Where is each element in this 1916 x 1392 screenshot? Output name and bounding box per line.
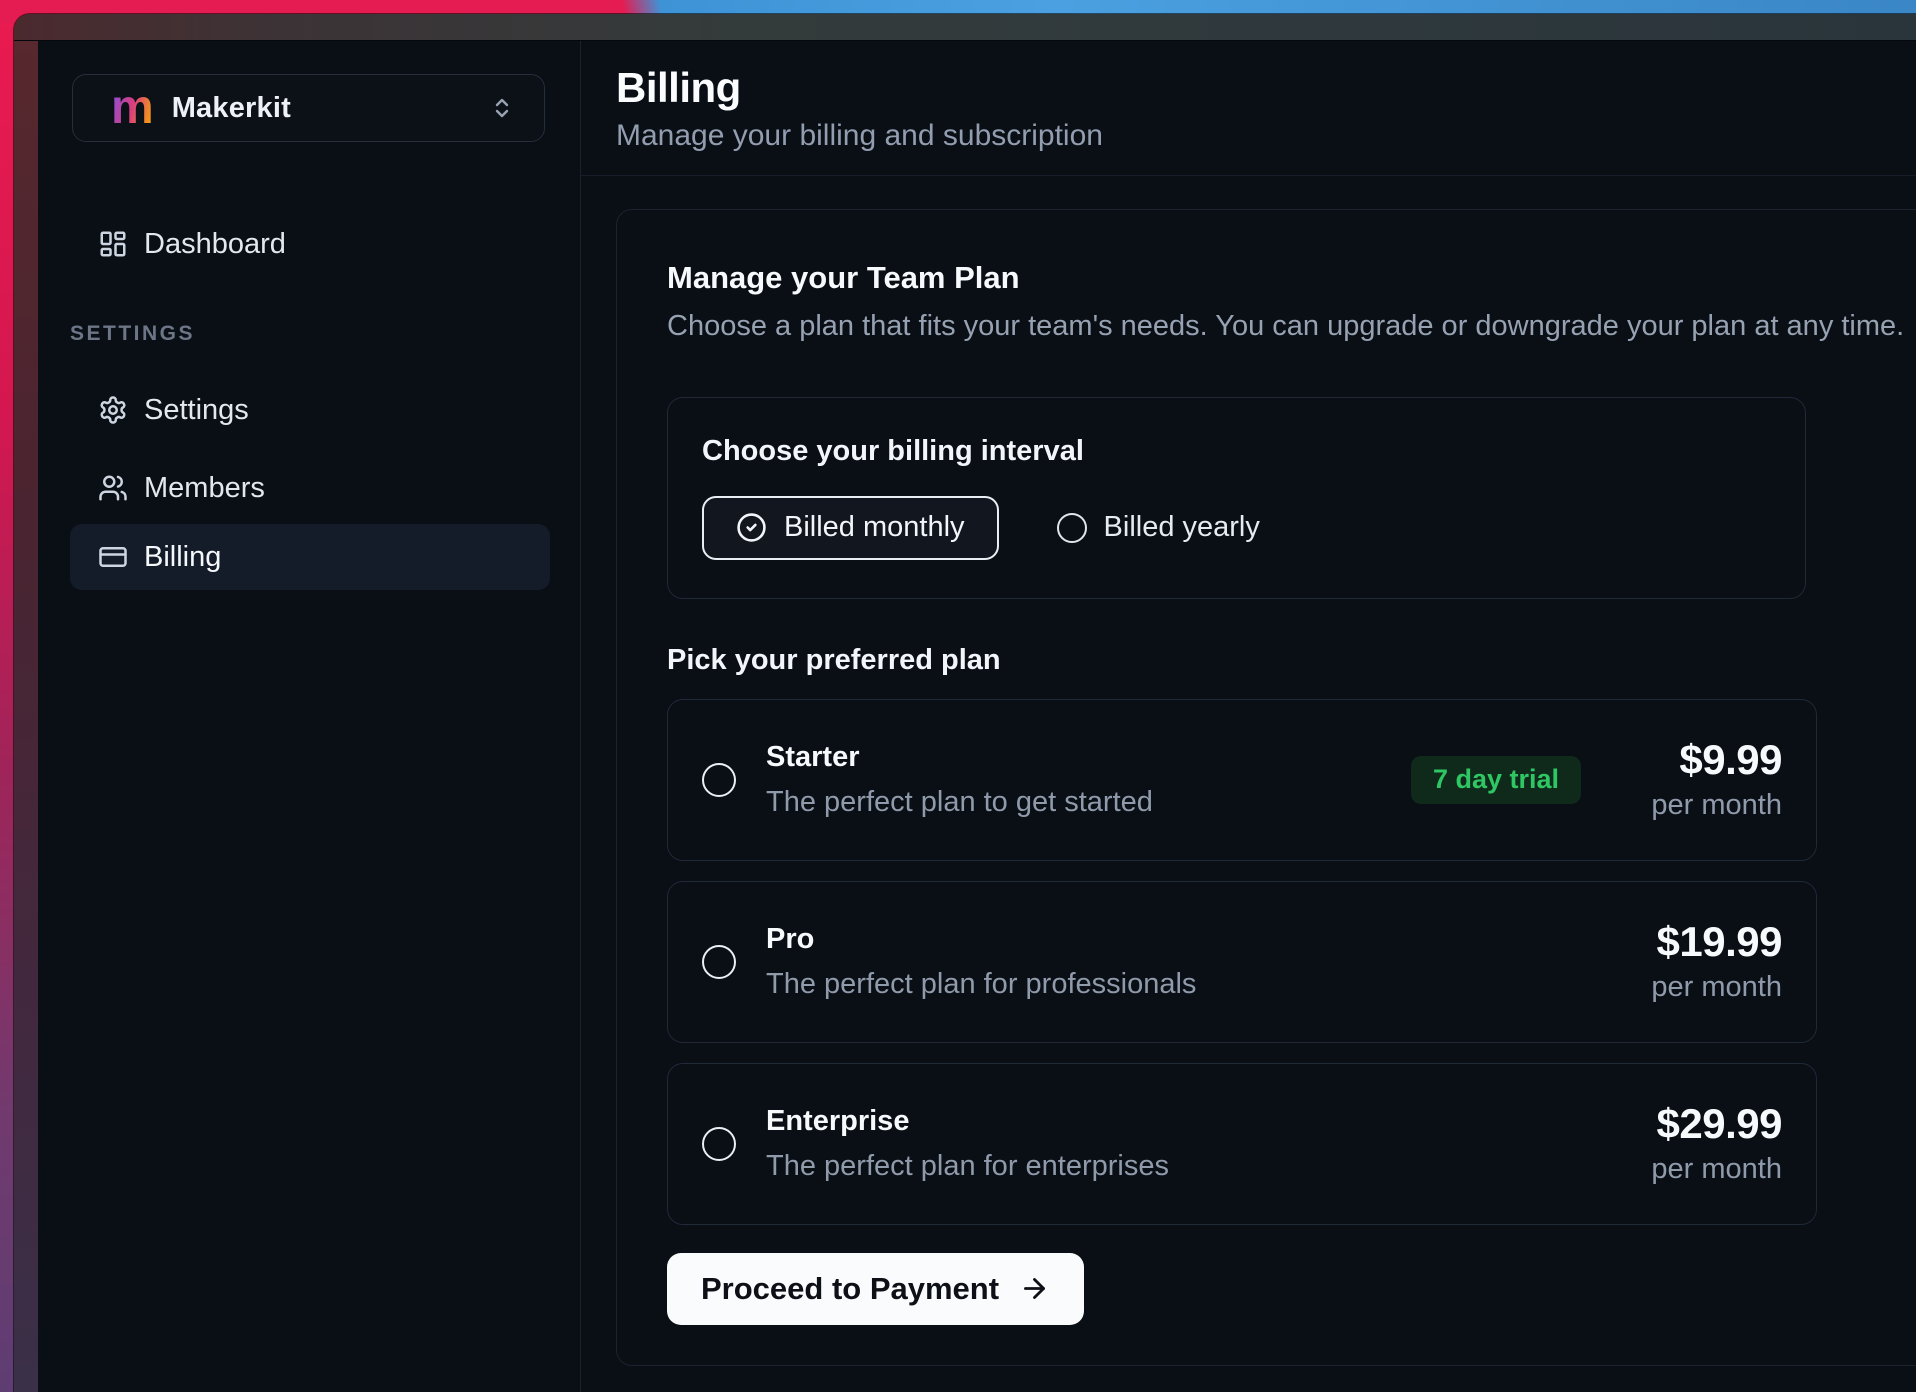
- sidebar-item-label: Billing: [144, 541, 221, 574]
- chevrons-up-down-icon: [490, 96, 514, 120]
- pick-plan-label: Pick your preferred plan: [667, 645, 1895, 677]
- plan-description: The perfect plan for professionals: [766, 969, 1196, 999]
- billing-interval-card: Choose your billing interval Billed mont…: [667, 397, 1806, 599]
- sidebar: m Makerkit Dashboard SETTINGS: [38, 41, 581, 1392]
- team-plan-card: Manage your Team Plan Choose a plan that…: [616, 209, 1916, 1366]
- sidebar-item-label: Settings: [144, 394, 249, 427]
- window-edge: [14, 41, 38, 1392]
- proceed-to-payment-label: Proceed to Payment: [701, 1271, 999, 1307]
- radio-unchecked-icon: [1057, 513, 1087, 543]
- plan-price: $19.99: [1607, 921, 1782, 963]
- window-titlebar[interactable]: [14, 14, 1916, 41]
- app-window: m Makerkit Dashboard SETTINGS: [14, 14, 1916, 1392]
- plan-price: $29.99: [1607, 1103, 1782, 1145]
- trial-badge: 7 day trial: [1411, 756, 1581, 804]
- plan-list: Starter The perfect plan to get started …: [667, 699, 1895, 1225]
- billed-monthly-label: Billed monthly: [784, 511, 965, 544]
- workspace-name: Makerkit: [172, 92, 291, 125]
- proceed-to-payment-button[interactable]: Proceed to Payment: [667, 1253, 1084, 1325]
- plan-description: The perfect plan to get started: [766, 787, 1153, 817]
- gear-icon: [98, 395, 128, 425]
- radio-unchecked-icon[interactable]: [702, 763, 736, 797]
- page-title: Billing: [616, 67, 1916, 109]
- billed-monthly-option[interactable]: Billed monthly: [702, 496, 999, 560]
- sidebar-item-label: Members: [144, 472, 265, 505]
- plan-period: per month: [1607, 1155, 1782, 1184]
- plan-period: per month: [1607, 973, 1782, 1002]
- desktop: m Makerkit Dashboard SETTINGS: [0, 0, 1916, 1392]
- main-content: Billing Manage your billing and subscrip…: [581, 41, 1916, 1392]
- plan-row-starter[interactable]: Starter The perfect plan to get started …: [667, 699, 1817, 861]
- sidebar-nav: Dashboard SETTINGS Settings Members: [38, 220, 580, 590]
- check-circle-icon: [736, 512, 767, 543]
- page-subtitle: Manage your billing and subscription: [616, 121, 1916, 151]
- plan-name: Pro: [766, 924, 1196, 954]
- sidebar-section-label: SETTINGS: [70, 322, 580, 346]
- arrow-right-icon: [1019, 1273, 1050, 1304]
- team-plan-description: Choose a plan that fits your team's need…: [667, 310, 1895, 343]
- billing-interval-label: Choose your billing interval: [702, 436, 1765, 468]
- radio-unchecked-icon[interactable]: [702, 945, 736, 979]
- plan-row-enterprise[interactable]: Enterprise The perfect plan for enterpri…: [667, 1063, 1817, 1225]
- sidebar-item-dashboard[interactable]: Dashboard: [70, 220, 550, 268]
- credit-card-icon: [98, 542, 128, 572]
- plan-description: The perfect plan for enterprises: [766, 1151, 1169, 1181]
- workspace-selector[interactable]: m Makerkit: [72, 74, 545, 142]
- users-icon: [98, 473, 128, 503]
- sidebar-item-members[interactable]: Members: [70, 464, 550, 512]
- plan-price: $9.99: [1607, 739, 1782, 781]
- billed-yearly-option[interactable]: Billed yearly: [1057, 511, 1260, 544]
- billed-yearly-label: Billed yearly: [1104, 511, 1260, 544]
- team-plan-title: Manage your Team Plan: [667, 260, 1895, 296]
- page-header: Billing Manage your billing and subscrip…: [581, 41, 1916, 151]
- makerkit-logo: m: [111, 89, 153, 127]
- plan-name: Enterprise: [766, 1106, 1169, 1136]
- plan-period: per month: [1607, 791, 1782, 820]
- header-divider: [581, 175, 1916, 176]
- radio-unchecked-icon[interactable]: [702, 1127, 736, 1161]
- layout-dashboard-icon: [98, 229, 128, 259]
- sidebar-item-label: Dashboard: [144, 228, 286, 261]
- sidebar-item-billing[interactable]: Billing: [70, 524, 550, 590]
- sidebar-item-settings[interactable]: Settings: [70, 386, 550, 434]
- plan-name: Starter: [766, 742, 1153, 772]
- plan-row-pro[interactable]: Pro The perfect plan for professionals $…: [667, 881, 1817, 1043]
